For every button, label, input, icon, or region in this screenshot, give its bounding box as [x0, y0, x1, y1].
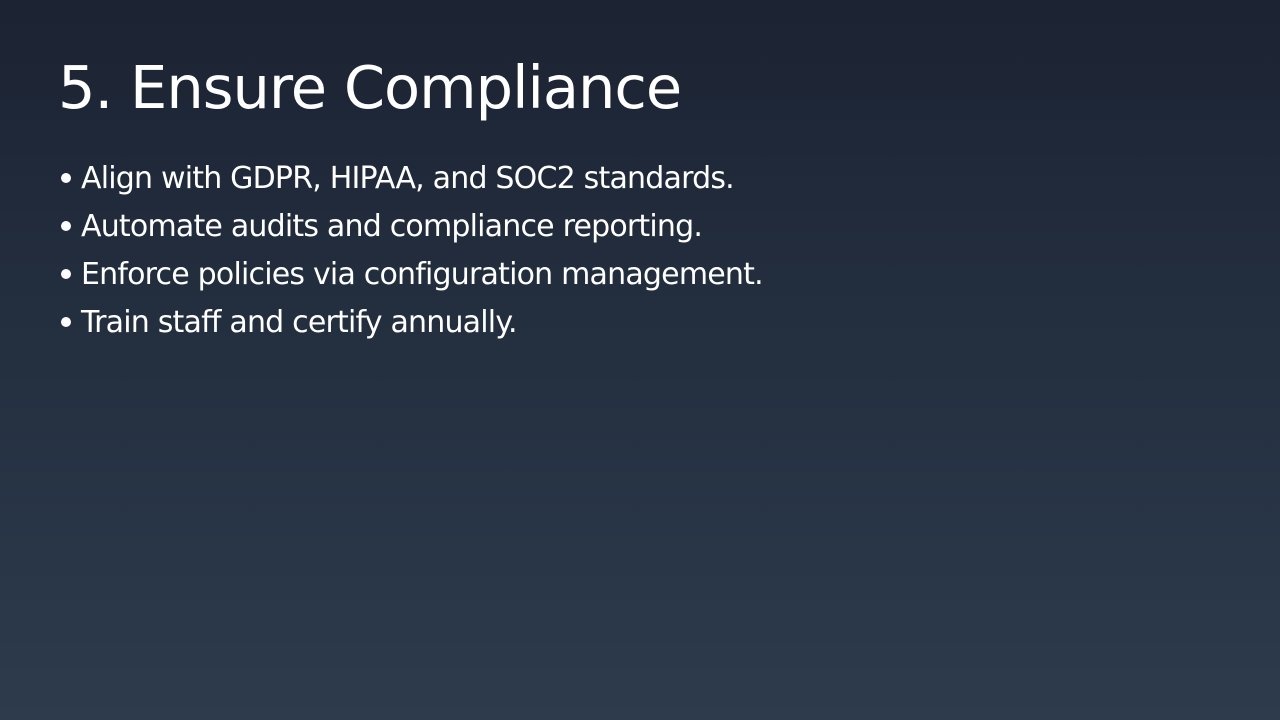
- bullet-text: Automate audits and compliance reporting…: [81, 208, 703, 244]
- bullet-item: Automate audits and compliance reporting…: [58, 202, 1280, 250]
- slide: 5. Ensure Compliance Align with GDPR, HI…: [0, 0, 1280, 720]
- bullet-item: Train staff and certify annually.: [58, 298, 1280, 346]
- bullet-text: Align with GDPR, HIPAA, and SOC2 standar…: [81, 160, 735, 196]
- bullet-dot-icon: [61, 269, 71, 279]
- bullet-dot-icon: [61, 173, 71, 183]
- bullet-item: Align with GDPR, HIPAA, and SOC2 standar…: [58, 154, 1280, 202]
- bullet-dot-icon: [61, 317, 71, 327]
- bullet-item: Enforce policies via configuration manag…: [58, 250, 1280, 298]
- bullet-text: Train staff and certify annually.: [81, 304, 518, 340]
- bullet-list: Align with GDPR, HIPAA, and SOC2 standar…: [58, 154, 1280, 346]
- bullet-dot-icon: [61, 221, 71, 231]
- slide-title: 5. Ensure Compliance: [58, 53, 682, 122]
- bullet-text: Enforce policies via configuration manag…: [81, 256, 764, 292]
